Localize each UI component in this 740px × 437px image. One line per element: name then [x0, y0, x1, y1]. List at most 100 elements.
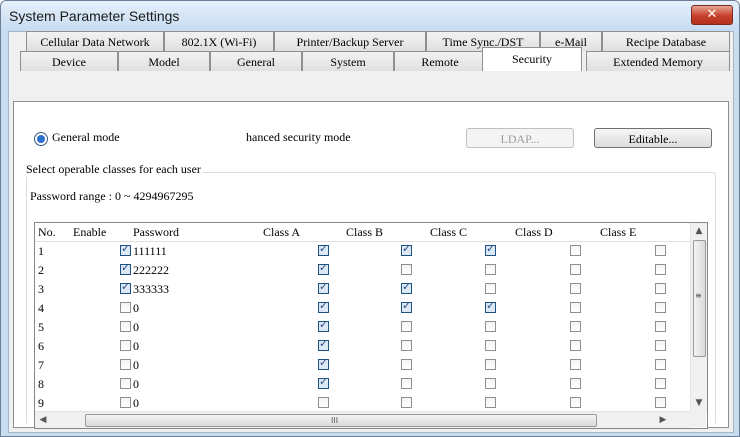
editable-button[interactable]: Editable...	[594, 128, 712, 148]
tab-802-1x[interactable]: 802.1X (Wi-Fi)	[164, 31, 274, 51]
class-e-checkbox[interactable]	[655, 245, 666, 256]
class-d-checkbox[interactable]	[570, 302, 581, 313]
class-d-checkbox[interactable]	[570, 397, 581, 408]
class-e-checkbox[interactable]	[655, 321, 666, 332]
class-b-checkbox[interactable]	[401, 397, 412, 408]
scroll-right-icon[interactable]: ▶	[655, 412, 671, 428]
tab-model[interactable]: Model	[118, 51, 210, 71]
class-b-checkbox[interactable]	[401, 300, 412, 313]
password-cell[interactable]: 222222	[133, 263, 169, 278]
class-a-checkbox[interactable]	[318, 376, 329, 389]
class-d-checkbox[interactable]	[570, 245, 581, 256]
class-a-checkbox[interactable]	[318, 397, 329, 408]
class-a-checkbox[interactable]	[318, 338, 329, 351]
general-mode-radio[interactable]	[34, 132, 48, 146]
table-row[interactable]: 60	[35, 337, 690, 356]
horizontal-scroll-thumb[interactable]: III	[85, 414, 597, 427]
tab-general[interactable]: General	[210, 51, 302, 71]
table-row[interactable]: 70	[35, 356, 690, 375]
tab-recipe-database[interactable]: Recipe Database	[602, 31, 730, 51]
class-c-checkbox[interactable]	[485, 397, 496, 408]
class-c-checkbox[interactable]	[485, 321, 496, 332]
password-cell[interactable]: 111111	[133, 244, 167, 259]
vertical-scroll-thumb[interactable]: ≡	[693, 240, 706, 357]
tab-system[interactable]: System	[302, 51, 394, 71]
class-b-checkbox[interactable]	[401, 243, 412, 256]
class-c-checkbox[interactable]	[485, 378, 496, 389]
enhanced-mode-label[interactable]: hanced security mode	[246, 130, 351, 145]
class-b-checkbox[interactable]	[401, 281, 412, 294]
enable-checkbox[interactable]	[120, 281, 131, 294]
enable-checkbox[interactable]	[120, 378, 131, 389]
class-e-checkbox[interactable]	[655, 283, 666, 294]
class-e-checkbox[interactable]	[655, 264, 666, 275]
table-row[interactable]: 40	[35, 299, 690, 318]
class-b-checkbox[interactable]	[401, 264, 412, 275]
enable-checkbox[interactable]	[120, 359, 131, 370]
class-d-checkbox[interactable]	[570, 264, 581, 275]
tab-cellular-data-network[interactable]: Cellular Data Network	[26, 31, 164, 51]
class-d-checkbox[interactable]	[570, 359, 581, 370]
scroll-left-icon[interactable]: ◀	[35, 412, 51, 428]
class-e-checkbox[interactable]	[655, 397, 666, 408]
class-d-checkbox[interactable]	[570, 378, 581, 389]
enable-checkbox[interactable]	[120, 302, 131, 313]
security-panel: General mode hanced security mode LDAP..…	[13, 101, 729, 429]
password-cell[interactable]: 0	[133, 396, 139, 411]
class-b-checkbox[interactable]	[401, 321, 412, 332]
password-cell[interactable]: 0	[133, 358, 139, 373]
table-row[interactable]: 80	[35, 375, 690, 394]
class-b-checkbox[interactable]	[401, 340, 412, 351]
class-d-checkbox[interactable]	[570, 321, 581, 332]
tab-printer-backup-server[interactable]: Printer/Backup Server	[274, 31, 426, 51]
class-c-checkbox[interactable]	[485, 359, 496, 370]
tab-device[interactable]: Device	[20, 51, 118, 71]
ldap-button[interactable]: LDAP...	[466, 128, 574, 148]
enable-checkbox[interactable]	[120, 321, 131, 332]
class-d-checkbox[interactable]	[570, 283, 581, 294]
table-row[interactable]: 50	[35, 318, 690, 337]
scroll-corner	[690, 411, 706, 427]
class-b-checkbox[interactable]	[401, 359, 412, 370]
tab-remote[interactable]: Remote	[394, 51, 486, 71]
enable-checkbox[interactable]	[120, 397, 131, 408]
class-e-checkbox[interactable]	[655, 302, 666, 313]
password-cell[interactable]: 333333	[133, 282, 169, 297]
close-icon[interactable]: ✕	[691, 5, 733, 25]
title-bar[interactable]: System Parameter Settings ✕	[1, 1, 739, 31]
password-cell[interactable]: 0	[133, 339, 139, 354]
class-a-checkbox[interactable]	[318, 319, 329, 332]
class-a-checkbox[interactable]	[318, 357, 329, 370]
horizontal-scrollbar[interactable]: ◀ III ▶	[35, 411, 690, 428]
scroll-up-icon[interactable]: ▲	[691, 223, 707, 239]
password-cell[interactable]: 0	[133, 377, 139, 392]
class-c-checkbox[interactable]	[485, 340, 496, 351]
class-c-checkbox[interactable]	[485, 283, 496, 294]
vertical-scrollbar[interactable]: ▲ ≡ ▼	[690, 223, 707, 411]
table-header: No. Enable Password Class A Class B Clas…	[35, 223, 690, 242]
password-cell[interactable]: 0	[133, 320, 139, 335]
class-c-checkbox[interactable]	[485, 243, 496, 256]
class-c-checkbox[interactable]	[485, 264, 496, 275]
class-a-checkbox[interactable]	[318, 262, 329, 275]
tab-security[interactable]: Security	[482, 47, 582, 71]
class-a-checkbox[interactable]	[318, 243, 329, 256]
class-c-checkbox[interactable]	[485, 300, 496, 313]
tab-extended-memory[interactable]: Extended Memory	[586, 51, 730, 71]
enable-checkbox[interactable]	[120, 340, 131, 351]
table-row[interactable]: 2 222222	[35, 261, 690, 280]
class-e-checkbox[interactable]	[655, 378, 666, 389]
class-a-checkbox[interactable]	[318, 300, 329, 313]
class-e-checkbox[interactable]	[655, 359, 666, 370]
class-b-checkbox[interactable]	[401, 378, 412, 389]
class-a-checkbox[interactable]	[318, 281, 329, 294]
scroll-down-icon[interactable]: ▼	[691, 395, 707, 411]
class-d-checkbox[interactable]	[570, 340, 581, 351]
enable-checkbox[interactable]	[120, 243, 131, 256]
password-cell[interactable]: 0	[133, 301, 139, 316]
enable-checkbox[interactable]	[120, 262, 131, 275]
class-e-checkbox[interactable]	[655, 340, 666, 351]
table-row[interactable]: 3 333333	[35, 280, 690, 299]
row-number: 4	[38, 301, 44, 315]
table-row[interactable]: 1 111111	[35, 242, 690, 261]
